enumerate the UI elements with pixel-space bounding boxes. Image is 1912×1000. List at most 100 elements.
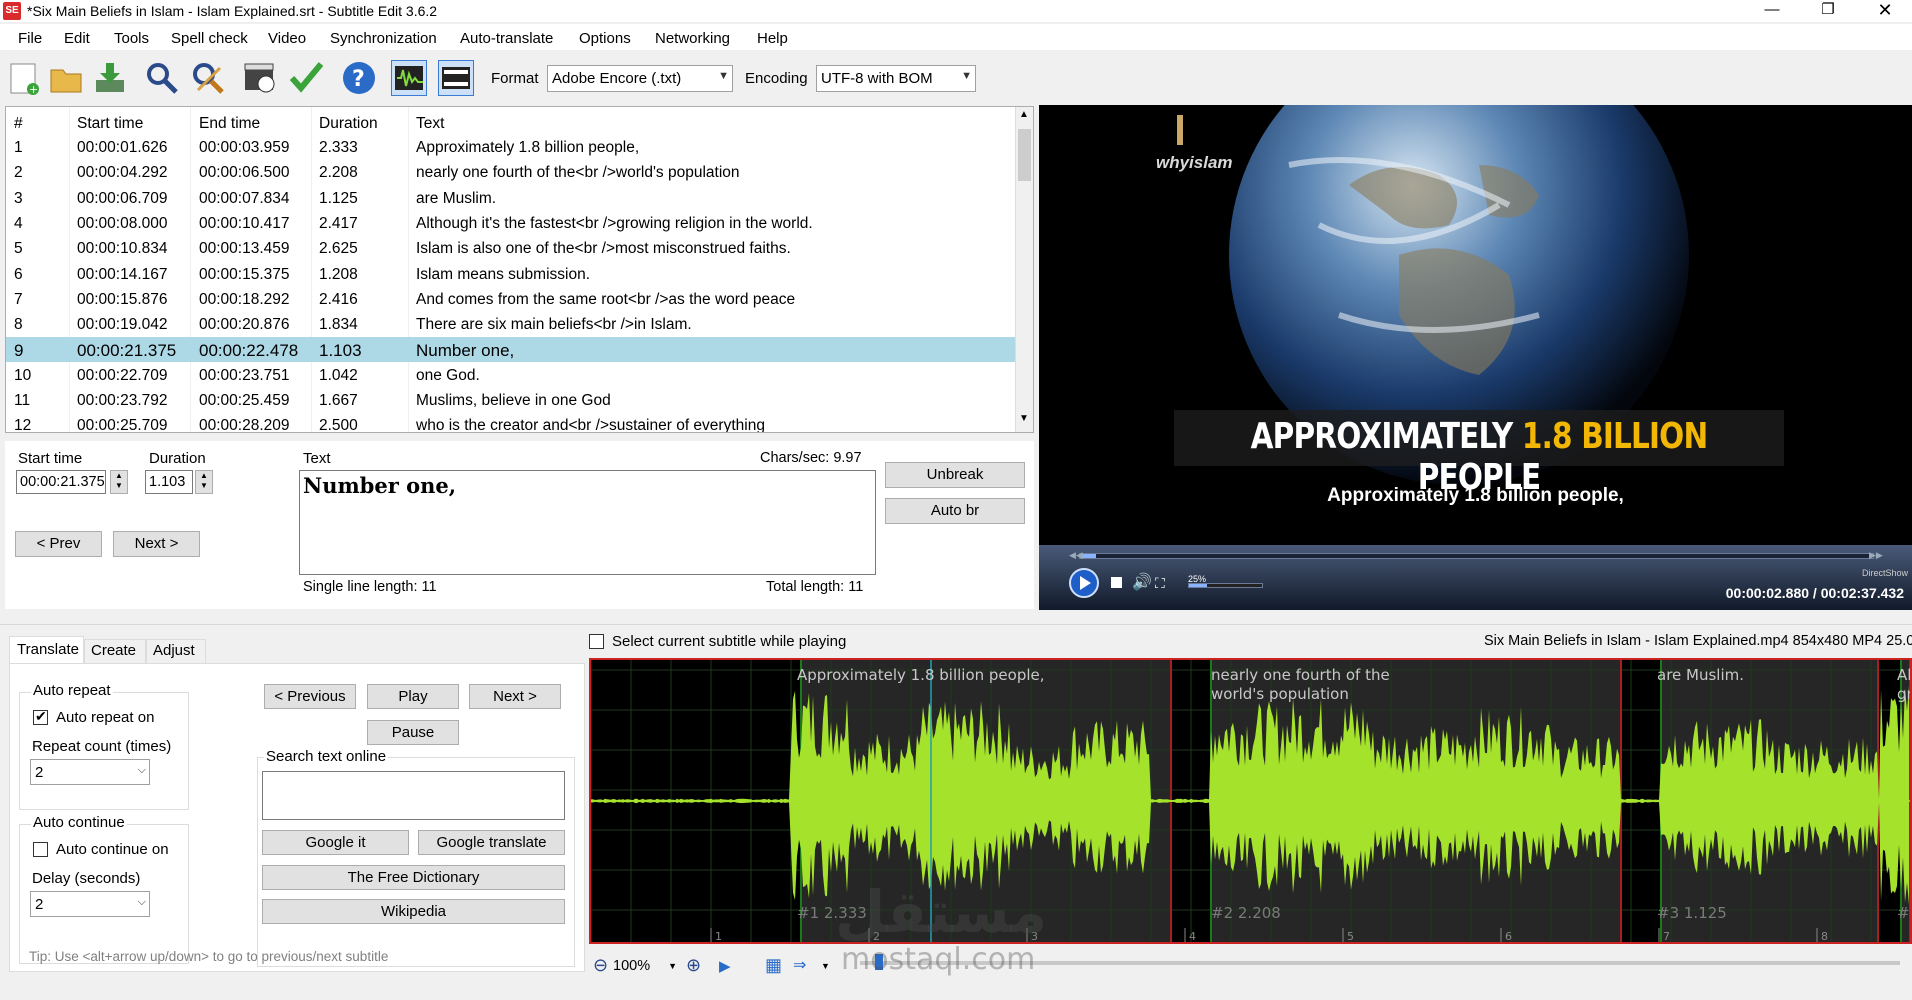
auto-continue-checkbox[interactable]: [33, 842, 48, 857]
col-header-duration[interactable]: Duration: [319, 115, 378, 133]
col-header-number[interactable]: #: [14, 115, 23, 133]
table-row[interactable]: 5 00:00:10.834 00:00:13.459 2.625 Islam is a…: [6, 236, 1016, 261]
menu-help[interactable]: Help: [757, 30, 788, 47]
grid-view-icon[interactable]: ▦: [765, 955, 782, 976]
table-row[interactable]: 8 00:00:19.042 00:00:20.876 1.834 There are …: [6, 312, 1016, 337]
zoom-select[interactable]: 100% ▼: [613, 956, 681, 978]
subtitle-grid[interactable]: # Start time End time Duration Text 1 00:…: [5, 106, 1034, 433]
svg-text:+: +: [29, 83, 38, 96]
free-dictionary-button[interactable]: The Free Dictionary: [262, 865, 565, 890]
start-time-input[interactable]: 00:00:21.375: [16, 470, 106, 494]
tab-create[interactable]: Create: [84, 639, 146, 663]
play-icon[interactable]: [1069, 568, 1099, 598]
repeat-count-select[interactable]: 2 ⌵: [30, 759, 150, 785]
table-row[interactable]: 9 00:00:21.375 00:00:22.478 1.103 Number one…: [6, 337, 1016, 363]
google-it-button[interactable]: Google it: [262, 830, 409, 855]
forward-arrows-icon[interactable]: ⇒: [793, 955, 806, 975]
prev-button[interactable]: < Prev: [15, 531, 102, 557]
unbreak-button[interactable]: Unbreak: [885, 462, 1025, 488]
stop-icon[interactable]: [1111, 577, 1122, 588]
delay-select[interactable]: 2 ⌵: [30, 891, 150, 917]
menu-edit[interactable]: Edit: [64, 30, 90, 47]
close-icon[interactable]: ✕: [1862, 0, 1908, 22]
splitter[interactable]: [0, 624, 1912, 625]
table-row[interactable]: 10 00:00:22.709 00:00:23.751 1.042 one God.: [6, 363, 1016, 388]
grid-scrollbar[interactable]: ▲ ▼: [1015, 107, 1033, 432]
minimize-icon[interactable]: —: [1749, 0, 1795, 22]
table-row[interactable]: 4 00:00:08.000 00:00:10.417 2.417 Although i…: [6, 211, 1016, 236]
menu-auto-translate[interactable]: Auto-translate: [460, 30, 553, 47]
table-row[interactable]: 11 00:00:23.792 00:00:25.459 1.667 Muslims, …: [6, 388, 1016, 413]
video-sync-icon[interactable]: [242, 60, 278, 96]
table-row[interactable]: 6 00:00:14.167 00:00:15.375 1.208 Islam mean…: [6, 262, 1016, 287]
scroll-thumb[interactable]: [1018, 129, 1031, 181]
search-text-input[interactable]: [262, 771, 565, 820]
next-subtitle-button[interactable]: Next >: [469, 684, 561, 709]
time-display: 00:00:02.880 / 00:02:37.432: [1725, 585, 1904, 601]
play-selection-icon[interactable]: ▶: [719, 957, 731, 975]
table-row[interactable]: 2 00:00:04.292 00:00:06.500 2.208 nearly one…: [6, 160, 1016, 185]
help-icon[interactable]: ?: [341, 60, 377, 96]
zoom-in-icon[interactable]: ⊕: [686, 955, 701, 976]
table-cell: 00:00:28.209: [199, 417, 290, 433]
col-header-start-time[interactable]: Start time: [77, 115, 143, 133]
duration-spinner[interactable]: ▲ ▼: [195, 470, 213, 494]
next-button[interactable]: Next >: [113, 531, 200, 557]
tab-adjust[interactable]: Adjust: [146, 639, 206, 663]
chevron-down-icon: ⌵: [137, 764, 146, 776]
table-cell: 00:00:10.417: [199, 214, 290, 232]
menu-networking[interactable]: Networking: [655, 30, 730, 47]
seek-bar[interactable]: [1079, 553, 1874, 559]
previous-button[interactable]: < Previous: [264, 684, 356, 709]
auto-repeat-checkbox[interactable]: ✔: [33, 708, 48, 725]
format-select[interactable]: Adobe Encore (.txt) ▼: [547, 65, 733, 92]
table-row[interactable]: 1 00:00:01.626 00:00:03.959 2.333 Approximat…: [6, 135, 1016, 160]
menu-spell-check[interactable]: Spell check: [171, 30, 248, 47]
volume-icon[interactable]: 🔊: [1132, 572, 1152, 592]
rewind-icon[interactable]: ◀◀: [1069, 550, 1083, 561]
tip-text: Tip: Use <alt+arrow up/down> to go to pr…: [29, 949, 389, 964]
checkmark-icon[interactable]: [288, 60, 324, 96]
duration-input[interactable]: 1.103: [145, 470, 193, 494]
select-current-checkbox[interactable]: [589, 634, 604, 649]
chevron-down-icon[interactable]: ▼: [821, 961, 830, 971]
google-translate-button[interactable]: Google translate: [418, 830, 565, 855]
tab-translate[interactable]: Translate: [9, 636, 84, 663]
volume-slider[interactable]: [1188, 583, 1263, 588]
zoom-out-icon[interactable]: ⊖: [593, 955, 608, 976]
col-header-text[interactable]: Text: [416, 115, 444, 133]
watermark-latin: mostaql.com: [841, 942, 1036, 977]
menu-video[interactable]: Video: [268, 30, 306, 47]
table-row[interactable]: 7 00:00:15.876 00:00:18.292 2.416 And comes …: [6, 287, 1016, 312]
subtitle-text-editor[interactable]: Number one,: [299, 470, 876, 575]
video-player[interactable]: whyislam APPROXIMATELY 1.8 BILLION PEOPL…: [1039, 25, 1912, 610]
fast-forward-icon[interactable]: ▶▶: [1869, 550, 1883, 561]
menu-options[interactable]: Options: [579, 30, 631, 47]
video-toggle-icon[interactable]: [438, 60, 474, 96]
replace-icon[interactable]: [190, 60, 226, 96]
waveform-toggle-icon[interactable]: [391, 60, 427, 96]
new-file-icon[interactable]: +: [6, 60, 42, 96]
start-time-spinner[interactable]: ▲ ▼: [110, 470, 128, 494]
wikipedia-button[interactable]: Wikipedia: [262, 899, 565, 924]
menu-tools[interactable]: Tools: [114, 30, 149, 47]
table-row[interactable]: 3 00:00:06.709 00:00:07.834 1.125 are Muslim…: [6, 186, 1016, 211]
encoding-select[interactable]: UTF-8 with BOM ▼: [816, 65, 976, 92]
play-button[interactable]: Play: [367, 684, 459, 709]
waveform-panel[interactable]: Approximately 1.8 billion people, #1 2.33…: [589, 658, 1912, 944]
save-download-icon[interactable]: [92, 60, 128, 96]
burned-caption-box: APPROXIMATELY 1.8 BILLION PEOPLE: [1174, 410, 1784, 498]
table-row[interactable]: 12 00:00:25.709 00:00:28.209 2.500 who is th…: [6, 413, 1016, 433]
scroll-up-icon[interactable]: ▲: [1019, 109, 1029, 120]
table-cell: 4: [14, 214, 23, 232]
auto-br-button[interactable]: Auto br: [885, 498, 1025, 524]
menu-synchronization[interactable]: Synchronization: [330, 30, 437, 47]
find-icon[interactable]: [144, 60, 180, 96]
open-folder-icon[interactable]: [48, 60, 84, 96]
menu-file[interactable]: File: [18, 30, 42, 47]
scroll-down-icon[interactable]: ▼: [1019, 413, 1029, 424]
pause-button[interactable]: Pause: [367, 720, 459, 745]
col-header-end-time[interactable]: End time: [199, 115, 260, 133]
restore-icon[interactable]: ❐: [1805, 0, 1851, 22]
fullscreen-icon[interactable]: ⛶: [1155, 575, 1165, 592]
